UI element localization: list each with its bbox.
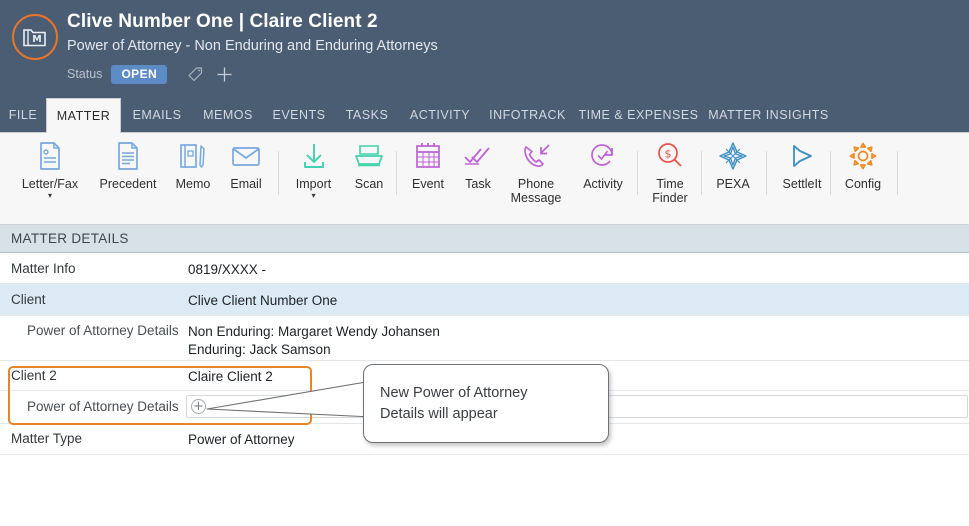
callout-box: New Power of Attorney Details will appea…: [363, 364, 609, 443]
ribbon-label: Config: [844, 177, 882, 191]
ribbon-button-phone-message[interactable]: Phone Message: [504, 139, 568, 205]
field-label: Power of Attorney Details: [27, 399, 179, 414]
ribbon-label: Time Finder: [652, 177, 688, 205]
tab-file[interactable]: FILE: [0, 98, 46, 133]
ribbon-label: Event: [412, 177, 444, 191]
check-list-icon: [456, 139, 500, 173]
tab-memos[interactable]: MEMOS: [193, 98, 263, 133]
field-label: Client 2: [11, 368, 57, 383]
tag-icon[interactable]: [187, 66, 204, 83]
page-title: Clive Number One | Claire Client 2: [67, 11, 378, 32]
ribbon-button-email[interactable]: Email: [222, 139, 270, 191]
ribbon-separator: [396, 151, 397, 195]
status-row: Status OPEN: [67, 64, 233, 84]
ribbon-label: SettleIt: [782, 177, 822, 191]
table-row[interactable]: Client Clive Client Number One: [0, 284, 969, 316]
phone-incoming-icon: [504, 139, 568, 173]
ribbon-separator: [830, 151, 831, 195]
document-lines-icon: [94, 139, 162, 173]
download-arrow-icon: [286, 139, 341, 173]
document-pin-icon: [16, 139, 84, 173]
tab-events[interactable]: EVENTS: [263, 98, 335, 133]
ribbon-label: Precedent: [99, 177, 157, 191]
matter-subtitle: Power of Attorney - Non Enduring and End…: [67, 38, 438, 54]
table-row[interactable]: Power of Attorney Details Non Enduring: …: [0, 316, 969, 361]
svg-text:$: $: [665, 148, 672, 161]
ribbon-button-config[interactable]: Config: [838, 139, 888, 191]
ribbon-button-time-finder[interactable]: $ Time Finder: [645, 139, 695, 205]
ribbon-label: Task: [465, 177, 491, 191]
tab-time-expenses[interactable]: TIME & EXPENSES: [574, 98, 703, 133]
ribbon-separator: [278, 151, 279, 195]
field-value: Claire Client 2: [188, 369, 273, 384]
tab-tasks[interactable]: TASKS: [335, 98, 399, 133]
field-label: Matter Info: [11, 261, 76, 276]
callout-text: New Power of Attorney Details will appea…: [380, 385, 528, 422]
field-label: Matter Type: [11, 431, 83, 446]
ribbon-separator: [897, 151, 898, 195]
ribbon-label: Import: [295, 177, 332, 191]
ribbon-button-task[interactable]: Task: [456, 139, 500, 191]
scanner-icon: [346, 139, 392, 173]
notebook-pen-icon: [167, 139, 219, 173]
arrow-right-icon: [775, 139, 829, 173]
tab-activity[interactable]: ACTIVITY: [399, 98, 481, 133]
table-row[interactable]: Matter Info 0819/XXXX -: [0, 253, 969, 284]
matter-details-section-header: MATTER DETAILS: [0, 225, 969, 253]
ribbon-button-memo[interactable]: Memo: [167, 139, 219, 191]
field-value: 0819/XXXX -: [188, 262, 267, 277]
table-row-empty: [0, 455, 969, 477]
ribbon-label: Phone Message: [510, 177, 562, 205]
ribbon-separator: [701, 151, 702, 195]
ribbon-label: PEXA: [716, 177, 750, 191]
gear-icon: [838, 139, 888, 173]
matter-folder-m-icon: M: [12, 14, 58, 60]
ribbon-label: Activity: [583, 177, 623, 191]
ribbon-separator: [766, 151, 767, 195]
ribbon-button-settleit[interactable]: SettleIt: [775, 139, 829, 191]
clock-check-icon: [576, 139, 630, 173]
tab-infotrack[interactable]: INFOTRACK: [481, 98, 574, 133]
ribbon-label: Letter/Fax: [21, 177, 79, 191]
status-label: Status: [67, 67, 103, 81]
envelope-icon: [222, 139, 270, 173]
field-label: Client: [11, 292, 46, 307]
field-value: Clive Client Number One: [188, 293, 338, 308]
ribbon-label: Memo: [175, 177, 211, 191]
status-badge[interactable]: OPEN: [111, 64, 168, 84]
tab-emails[interactable]: EMAILS: [121, 98, 193, 133]
chevron-down-icon[interactable]: ▾: [16, 192, 84, 200]
ribbon-button-scan[interactable]: Scan: [346, 139, 392, 191]
svg-text:M: M: [32, 34, 41, 45]
dollar-search-icon: $: [645, 139, 695, 173]
ribbon-button-pexa[interactable]: PEXA: [709, 139, 757, 191]
ribbon-button-letter-fax[interactable]: Letter/Fax ▾: [16, 139, 84, 200]
plus-icon[interactable]: [216, 66, 233, 83]
ribbon-toolbar: Letter/Fax ▾ Precedent Memo Email Import…: [0, 133, 969, 225]
ribbon-button-import[interactable]: Import ▾: [286, 139, 341, 200]
section-title: MATTER DETAILS: [11, 231, 129, 246]
field-label: Power of Attorney Details: [27, 323, 179, 338]
plus-circle-icon[interactable]: +: [191, 399, 206, 414]
ribbon-button-event[interactable]: Event: [403, 139, 453, 191]
ribbon-button-precedent[interactable]: Precedent: [94, 139, 162, 191]
chevron-down-icon[interactable]: ▾: [286, 192, 341, 200]
ribbon-label: Scan: [354, 177, 384, 191]
tab-matter[interactable]: MATTER: [46, 98, 121, 133]
ribbon-separator: [637, 151, 638, 195]
ribbon-button-activity[interactable]: Activity: [576, 139, 630, 191]
ribbon-label: Email: [230, 177, 262, 191]
tab-matter-insights[interactable]: MATTER INSIGHTS: [703, 98, 834, 133]
matter-header: M Clive Number One | Claire Client 2 Pow…: [0, 0, 969, 98]
main-tab-bar: FILE MATTER EMAILS MEMOS EVENTS TASKS AC…: [0, 98, 969, 133]
pexa-star-icon: [709, 139, 757, 173]
field-value: Non Enduring: Margaret Wendy Johansen En…: [188, 324, 440, 357]
calendar-icon: [403, 139, 453, 173]
field-value: Power of Attorney: [188, 432, 295, 447]
